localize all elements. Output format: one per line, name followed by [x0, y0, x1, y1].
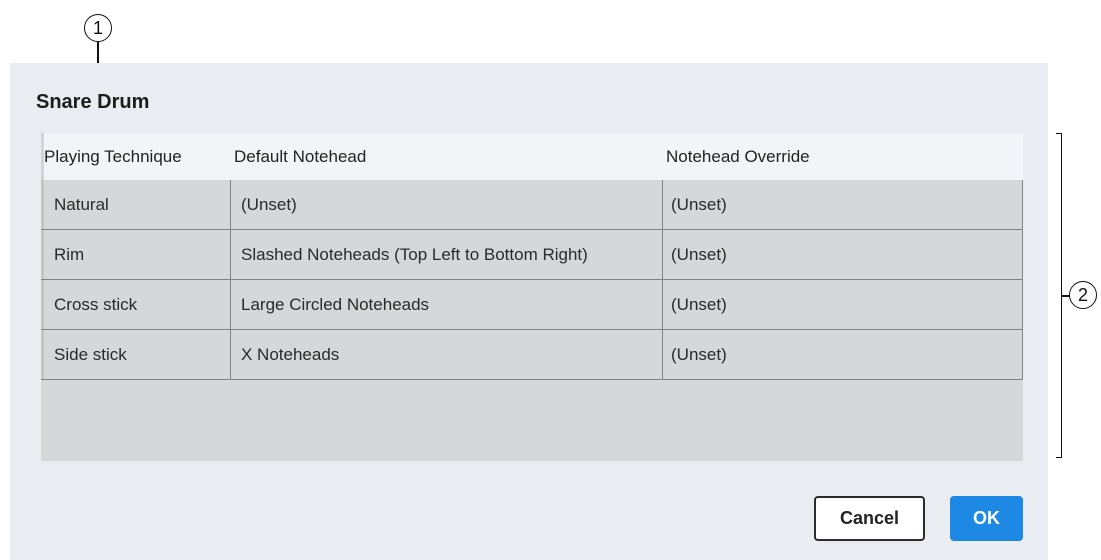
ok-button[interactable]: OK: [950, 496, 1023, 541]
notehead-override-cell[interactable]: (Unset): [662, 180, 1023, 229]
column-header-default-notehead: Default Notehead: [234, 147, 367, 166]
table-row[interactable]: Rim Slashed Noteheads (Top Left to Botto…: [41, 230, 1023, 280]
table-header-row: Playing Technique Default Notehead Noteh…: [41, 133, 1023, 180]
default-notehead-cell: X Noteheads: [230, 330, 662, 379]
default-notehead-cell: Slashed Noteheads (Top Left to Bottom Ri…: [230, 230, 662, 279]
table-row[interactable]: Side stick X Noteheads (Unset): [41, 330, 1023, 380]
table-row[interactable]: Natural (Unset) (Unset): [41, 180, 1023, 230]
notehead-override-cell[interactable]: (Unset): [662, 230, 1023, 279]
notehead-override-cell[interactable]: (Unset): [662, 330, 1023, 379]
column-header-notehead-override: Notehead Override: [666, 147, 810, 166]
default-notehead-cell: (Unset): [230, 180, 662, 229]
dialog-title: Snare Drum: [36, 91, 150, 113]
playing-technique-cell: Cross stick: [41, 280, 230, 329]
cancel-button[interactable]: Cancel: [814, 496, 925, 541]
playing-technique-cell: Side stick: [41, 330, 230, 379]
callout-1-marker: 1: [84, 14, 112, 42]
snare-drum-dialog: Snare Drum Playing Technique Default Not…: [10, 63, 1048, 560]
playing-technique-cell: Rim: [41, 230, 230, 279]
table-body: Natural (Unset) (Unset) Rim Slashed Note…: [41, 180, 1023, 380]
notehead-override-cell[interactable]: (Unset): [662, 280, 1023, 329]
callout-2-marker: 2: [1069, 281, 1097, 309]
column-header-playing-technique: Playing Technique: [44, 147, 182, 166]
playing-technique-cell: Natural: [41, 180, 230, 229]
table-row[interactable]: Cross stick Large Circled Noteheads (Uns…: [41, 280, 1023, 330]
notehead-table: Playing Technique Default Notehead Noteh…: [41, 133, 1023, 461]
default-notehead-cell: Large Circled Noteheads: [230, 280, 662, 329]
